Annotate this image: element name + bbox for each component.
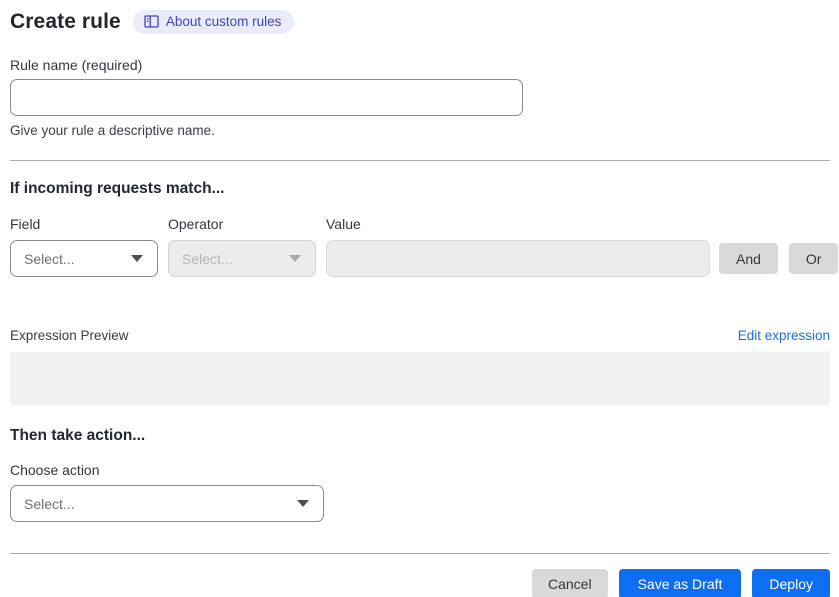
edit-expression-link[interactable]: Edit expression bbox=[738, 328, 830, 343]
expression-preview-label: Expression Preview bbox=[10, 328, 129, 343]
create-rule-page: Create rule About custom rules Rule name… bbox=[0, 0, 839, 597]
about-custom-rules-label: About custom rules bbox=[165, 14, 282, 29]
action-section-heading: Then take action... bbox=[10, 427, 146, 444]
or-button[interactable]: Or bbox=[788, 243, 839, 274]
value-label: Value bbox=[326, 216, 361, 232]
rule-name-help: Give your rule a descriptive name. bbox=[10, 123, 215, 138]
field-select[interactable]: Select... bbox=[10, 240, 158, 277]
field-column: Field Select... bbox=[10, 216, 158, 277]
operator-select-value: Select... bbox=[182, 250, 233, 267]
match-section-heading: If incoming requests match... bbox=[10, 180, 225, 197]
expression-preview-row: Expression Preview Edit expression bbox=[10, 328, 830, 343]
chevron-down-icon bbox=[297, 500, 309, 507]
footer-divider bbox=[10, 553, 830, 554]
choose-action-label: Choose action bbox=[10, 462, 100, 478]
operator-column: Operator Select... bbox=[168, 216, 316, 277]
section-divider bbox=[10, 160, 830, 161]
page-title: Create rule bbox=[10, 10, 121, 33]
chevron-down-icon bbox=[131, 255, 143, 262]
value-input[interactable] bbox=[326, 240, 710, 277]
choose-action-select-value: Select... bbox=[24, 495, 75, 512]
expression-preview-box bbox=[10, 352, 830, 405]
save-as-draft-button[interactable]: Save as Draft bbox=[618, 569, 742, 597]
choose-action-select[interactable]: Select... bbox=[10, 485, 324, 522]
value-column: Value bbox=[326, 216, 710, 277]
about-custom-rules-badge[interactable]: About custom rules bbox=[132, 10, 295, 34]
operator-select[interactable]: Select... bbox=[168, 240, 316, 277]
operator-label: Operator bbox=[168, 216, 224, 232]
page-header: Create rule About custom rules bbox=[10, 10, 830, 34]
field-select-value: Select... bbox=[24, 250, 75, 267]
rule-name-input[interactable] bbox=[10, 79, 523, 116]
rule-name-label: Rule name (required) bbox=[10, 57, 143, 73]
field-label: Field bbox=[10, 216, 41, 232]
deploy-button[interactable]: Deploy bbox=[752, 569, 830, 597]
chevron-down-icon bbox=[289, 255, 301, 262]
cancel-button[interactable]: Cancel bbox=[531, 569, 608, 597]
footer-actions: Cancel Save as Draft Deploy bbox=[10, 569, 830, 597]
and-button[interactable]: And bbox=[719, 243, 778, 274]
book-icon bbox=[144, 15, 159, 28]
match-condition-row: Field Select... Operator Select... Value… bbox=[10, 216, 839, 277]
